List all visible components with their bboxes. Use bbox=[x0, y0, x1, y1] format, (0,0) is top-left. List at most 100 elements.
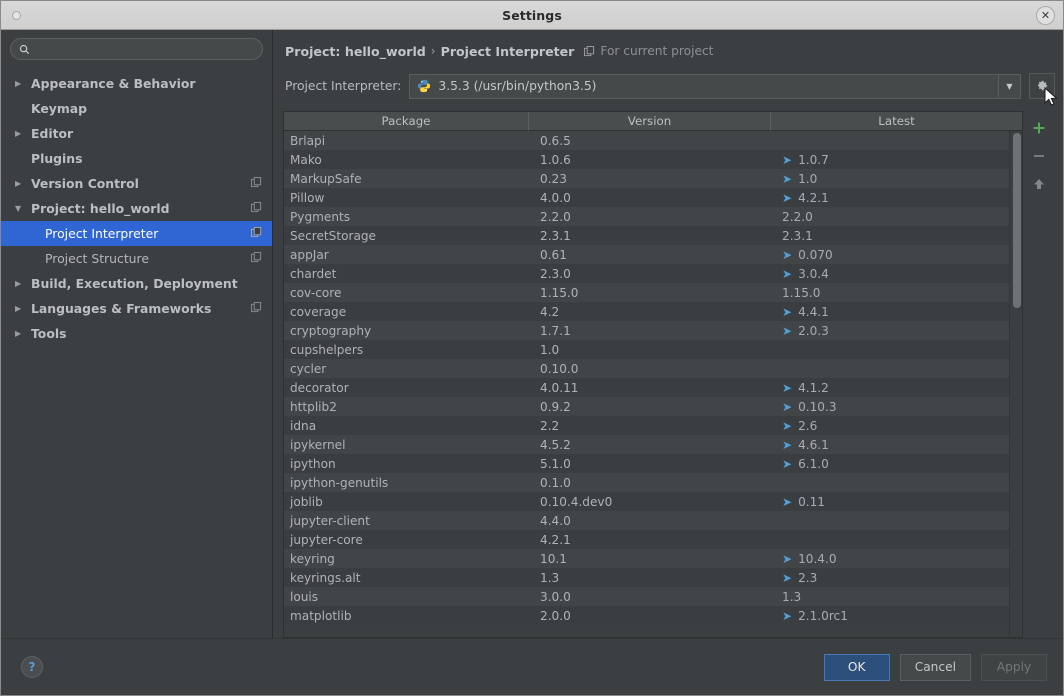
cell-version: 4.0.0 bbox=[540, 190, 571, 205]
add-package-button[interactable] bbox=[1025, 115, 1053, 141]
sidebar-item-keymap[interactable]: Keymap bbox=[1, 96, 272, 121]
cell-package: Brlapi bbox=[290, 133, 326, 148]
close-icon[interactable]: ✕ bbox=[1036, 6, 1055, 25]
sidebar-item-plugins[interactable]: Plugins bbox=[1, 146, 272, 171]
cell-latest-value: 4.1.2 bbox=[798, 380, 829, 395]
chevron-right-icon[interactable]: ▶ bbox=[15, 79, 31, 88]
remove-package-button[interactable] bbox=[1025, 143, 1053, 169]
table-row[interactable]: keyring 10.1 ➤ 10.4.0 bbox=[284, 549, 1022, 568]
sidebar-item-label: Version Control bbox=[31, 176, 139, 191]
sidebar-item-label: Plugins bbox=[31, 151, 83, 166]
cell-package: idna bbox=[290, 418, 317, 433]
table-row[interactable]: matplotlib 2.0.0 ➤ 2.1.0rc1 bbox=[284, 606, 1022, 625]
table-row[interactable]: coverage 4.2 ➤ 4.4.1 bbox=[284, 302, 1022, 321]
search-box[interactable] bbox=[10, 38, 263, 60]
table-row[interactable]: keyrings.alt 1.3 ➤ 2.3 bbox=[284, 568, 1022, 587]
cell-version: 0.6.5 bbox=[540, 133, 571, 148]
column-header-latest[interactable]: Latest bbox=[771, 112, 1022, 131]
settings-sidebar: ▶ Appearance & Behavior Keymap ▶ Editor Plugi… bbox=[1, 30, 273, 638]
interpreter-settings-button[interactable] bbox=[1029, 73, 1058, 106]
cell-package: coverage bbox=[290, 304, 347, 319]
table-row[interactable]: cycler 0.10.0 bbox=[284, 359, 1022, 378]
cell-latest: ➤ 1.0.7 bbox=[771, 153, 1022, 167]
cell-latest-value: 0.070 bbox=[798, 247, 833, 262]
upgrade-arrow-icon: ➤ bbox=[782, 551, 793, 566]
cell-latest: ➤ 2.6 bbox=[771, 419, 1022, 433]
sidebar-item-project-hello-world[interactable]: ▼ Project: hello_world bbox=[1, 196, 272, 221]
cell-latest-value: 4.2.1 bbox=[798, 190, 829, 205]
cancel-button[interactable]: Cancel bbox=[899, 653, 971, 681]
upgrade-arrow-icon: ➤ bbox=[782, 171, 793, 186]
cell-package: ipython bbox=[290, 456, 336, 471]
interpreter-select[interactable]: 3.5.3 (/usr/bin/python3.5) ▼ bbox=[409, 73, 1021, 99]
sidebar-item-version-control[interactable]: ▶ Version Control bbox=[1, 171, 272, 196]
table-row[interactable]: Mako 1.0.6 ➤ 1.0.7 bbox=[284, 150, 1022, 169]
sidebar-item-editor[interactable]: ▶ Editor bbox=[1, 121, 272, 146]
sidebar-item-label: Editor bbox=[31, 126, 74, 141]
table-scrollbar-thumb[interactable] bbox=[1013, 133, 1021, 309]
table-row[interactable]: Brlapi 0.6.5 bbox=[284, 131, 1022, 150]
cell-package: chardet bbox=[290, 266, 337, 281]
chevron-right-icon[interactable]: ▶ bbox=[15, 279, 31, 288]
upgrade-arrow-icon: ➤ bbox=[782, 456, 793, 471]
chevron-right-icon[interactable]: ▶ bbox=[15, 329, 31, 338]
table-row[interactable]: louis 3.0.0 1.3 bbox=[284, 587, 1022, 606]
cell-version: 2.2.0 bbox=[540, 209, 571, 224]
gear-icon bbox=[1035, 79, 1049, 93]
table-row[interactable]: joblib 0.10.4.dev0 ➤ 0.11 bbox=[284, 492, 1022, 511]
table-row[interactable]: cryptography 1.7.1 ➤ 2.0.3 bbox=[284, 321, 1022, 340]
minus-icon bbox=[1034, 155, 1044, 157]
search-input[interactable] bbox=[36, 42, 254, 56]
table-row[interactable]: Pillow 4.0.0 ➤ 4.2.1 bbox=[284, 188, 1022, 207]
cell-package: Pillow bbox=[290, 190, 325, 205]
cell-version: 1.0 bbox=[540, 342, 560, 357]
sidebar-item-project-structure[interactable]: Project Structure bbox=[1, 246, 272, 271]
window-menu-dot[interactable] bbox=[12, 11, 21, 20]
sidebar-item-build-execution-deployment[interactable]: ▶ Build, Execution, Deployment bbox=[1, 271, 272, 296]
cell-latest-value: 2.3.1 bbox=[782, 228, 813, 243]
chevron-down-icon[interactable]: ▼ bbox=[15, 204, 31, 213]
chevron-right-icon[interactable]: ▶ bbox=[15, 304, 31, 313]
upgrade-arrow-icon: ➤ bbox=[782, 608, 793, 623]
help-button[interactable]: ? bbox=[21, 656, 43, 678]
cell-latest-value: 2.6 bbox=[798, 418, 818, 433]
sidebar-item-appearance-behavior[interactable]: ▶ Appearance & Behavior bbox=[1, 71, 272, 96]
sidebar-item-languages-frameworks[interactable]: ▶ Languages & Frameworks bbox=[1, 296, 272, 321]
column-header-package[interactable]: Package bbox=[284, 112, 529, 131]
table-scrollbar[interactable] bbox=[1009, 131, 1022, 637]
cell-latest: ➤ 1.0 bbox=[771, 172, 1022, 186]
table-row[interactable]: ipython-genutils 0.1.0 bbox=[284, 473, 1022, 492]
table-row[interactable]: appJar 0.61 ➤ 0.070 bbox=[284, 245, 1022, 264]
table-row[interactable]: ipykernel 4.5.2 ➤ 4.6.1 bbox=[284, 435, 1022, 454]
sidebar-item-project-interpreter[interactable]: Project Interpreter bbox=[1, 221, 272, 246]
table-row[interactable]: cupshelpers 1.0 bbox=[284, 340, 1022, 359]
table-row[interactable]: idna 2.2 ➤ 2.6 bbox=[284, 416, 1022, 435]
chevron-right-icon[interactable]: ▶ bbox=[15, 179, 31, 188]
table-row[interactable]: jupyter-client 4.4.0 bbox=[284, 511, 1022, 530]
cell-latest: ➤ 4.4.1 bbox=[771, 305, 1022, 319]
plus-icon bbox=[1033, 122, 1045, 134]
sidebar-item-tools[interactable]: ▶ Tools bbox=[1, 321, 272, 346]
table-row[interactable]: chardet 2.3.0 ➤ 3.0.4 bbox=[284, 264, 1022, 283]
table-row[interactable]: jupyter-core 4.2.1 bbox=[284, 530, 1022, 549]
cell-version: 2.3.0 bbox=[540, 266, 571, 281]
table-row[interactable]: MarkupSafe 0.23 ➤ 1.0 bbox=[284, 169, 1022, 188]
cell-package: louis bbox=[290, 589, 319, 604]
window-title: Settings bbox=[502, 7, 562, 23]
apply-button[interactable]: Apply bbox=[981, 653, 1047, 681]
table-row[interactable]: Pygments 2.2.0 2.2.0 bbox=[284, 207, 1022, 226]
table-header: Package Version Latest bbox=[284, 112, 1022, 131]
table-row[interactable]: cov-core 1.15.0 1.15.0 bbox=[284, 283, 1022, 302]
breadcrumb-root[interactable]: Project: hello_world bbox=[285, 44, 426, 59]
ok-button[interactable]: OK bbox=[823, 653, 890, 681]
chevron-right-icon[interactable]: ▶ bbox=[15, 129, 31, 138]
table-row[interactable]: SecretStorage 2.3.1 2.3.1 bbox=[284, 226, 1022, 245]
cell-latest-value: 1.3 bbox=[782, 589, 802, 604]
cell-latest-value: 1.0 bbox=[798, 171, 818, 186]
table-row[interactable]: ipython 5.1.0 ➤ 6.1.0 bbox=[284, 454, 1022, 473]
upgrade-package-button[interactable] bbox=[1025, 171, 1053, 197]
table-row[interactable]: decorator 4.0.11 ➤ 4.1.2 bbox=[284, 378, 1022, 397]
table-row[interactable]: httplib2 0.9.2 ➤ 0.10.3 bbox=[284, 397, 1022, 416]
column-header-version[interactable]: Version bbox=[529, 112, 771, 131]
chevron-down-icon[interactable]: ▼ bbox=[998, 74, 1020, 98]
